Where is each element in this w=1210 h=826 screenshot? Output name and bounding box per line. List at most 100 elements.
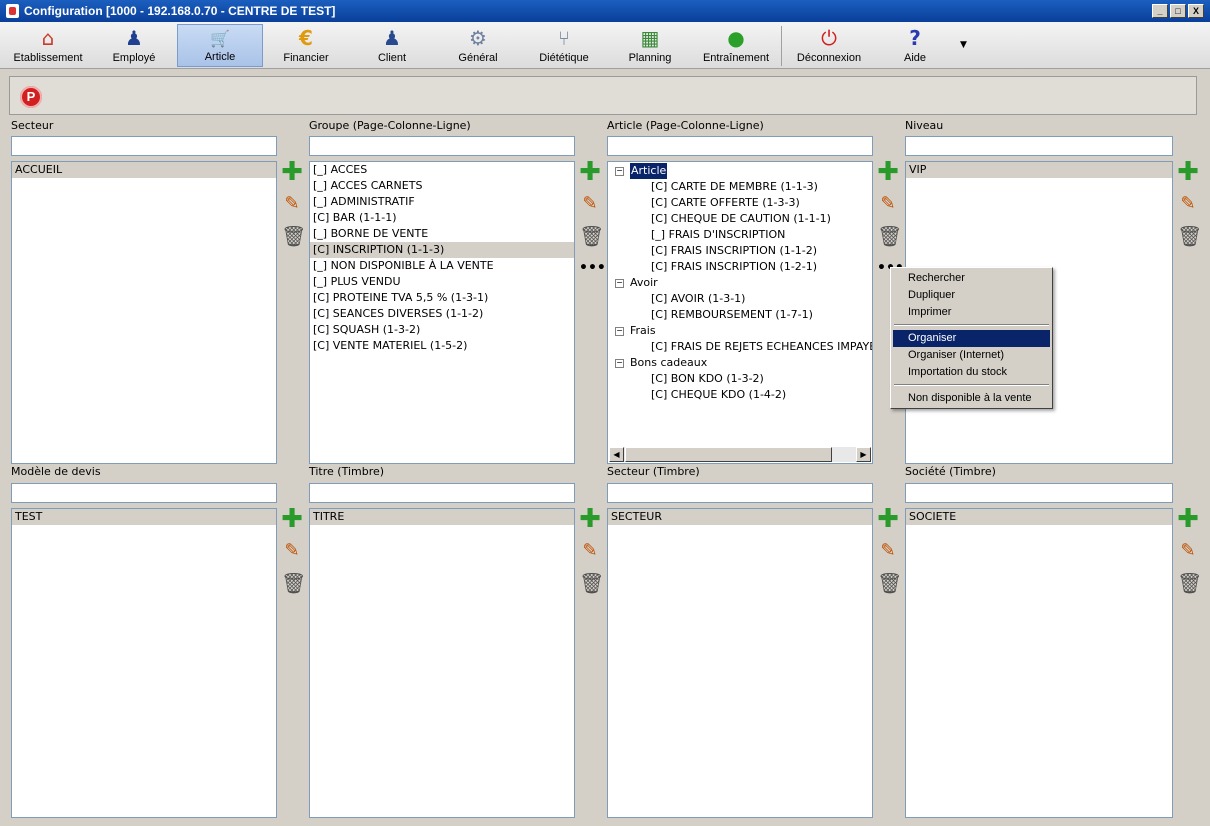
- delete-icon[interactable]: 🗑: [579, 572, 604, 594]
- list-item[interactable]: [_] ACCES CARNETS: [310, 178, 574, 194]
- secteur-timbre-list[interactable]: SECTEUR: [607, 508, 873, 818]
- titre-list[interactable]: TITRE: [309, 508, 575, 818]
- list-item[interactable]: [C] BAR (1-1-1): [310, 210, 574, 226]
- parking-icon[interactable]: P: [20, 86, 42, 108]
- list-item[interactable]: SOCIETE: [906, 509, 1172, 525]
- toolbar-etablissement-button[interactable]: ⌂ Etablissement: [4, 24, 92, 67]
- toolbar-financier-button[interactable]: € Financier: [263, 24, 349, 67]
- delete-icon[interactable]: 🗑: [877, 225, 902, 247]
- add-icon[interactable]: ✚: [1177, 159, 1199, 185]
- list-item[interactable]: TITRE: [310, 509, 574, 525]
- toolbar-aide-button[interactable]: ? Aide: [872, 24, 958, 67]
- list-item[interactable]: TEST: [12, 509, 276, 525]
- minimize-button[interactable]: _: [1152, 4, 1168, 18]
- scroll-left-icon[interactable]: ◀: [609, 447, 624, 462]
- list-item[interactable]: SECTEUR: [608, 509, 872, 525]
- menu-item-non-disponible[interactable]: Non disponible à la vente: [893, 390, 1050, 407]
- menu-item-organiser-internet[interactable]: Organiser (Internet): [893, 347, 1050, 364]
- toolbar-general-button[interactable]: ⚙ Général: [435, 24, 521, 67]
- list-item[interactable]: [_] BORNE DE VENTE: [310, 226, 574, 242]
- edit-icon[interactable]: ✎: [877, 540, 899, 562]
- tree-leaf[interactable]: [C] FRAIS INSCRIPTION (1-1-2): [651, 243, 817, 259]
- tree-collapse-icon[interactable]: −: [615, 167, 624, 176]
- maximize-button[interactable]: □: [1170, 4, 1186, 18]
- secteur-list[interactable]: ACCUEIL: [11, 161, 277, 464]
- delete-icon[interactable]: 🗑: [579, 225, 604, 247]
- tree-leaf[interactable]: [C] FRAIS DE REJETS ECHEANCES IMPAYER (: [651, 339, 872, 355]
- societe-list[interactable]: SOCIETE: [905, 508, 1173, 818]
- add-icon[interactable]: ✚: [1177, 506, 1199, 532]
- list-item[interactable]: [_] ACCES: [310, 162, 574, 178]
- toolbar-client-button[interactable]: ♟ Client: [349, 24, 435, 67]
- tree-leaf[interactable]: [C] CARTE OFFERTE (1-3-3): [651, 195, 800, 211]
- horizontal-scrollbar[interactable]: ◀ ▶: [609, 447, 871, 462]
- toolbar-entrainement-button[interactable]: ● Entraînement: [693, 24, 779, 67]
- list-item[interactable]: VIP: [906, 162, 1172, 178]
- menu-item-imprimer[interactable]: Imprimer: [893, 304, 1050, 321]
- add-icon[interactable]: ✚: [579, 159, 601, 185]
- edit-icon[interactable]: ✎: [281, 193, 303, 215]
- article-tree[interactable]: − Article [C] CARTE DE MEMBRE (1-1-3) [C…: [607, 161, 873, 464]
- add-icon[interactable]: ✚: [281, 159, 303, 185]
- tree-leaf[interactable]: [C] CHEQUE DE CAUTION (1-1-1): [651, 211, 831, 227]
- tree-leaf[interactable]: [_] FRAIS D'INSCRIPTION: [651, 227, 785, 243]
- tree-node-frais[interactable]: Frais: [630, 323, 656, 339]
- list-item[interactable]: ACCUEIL: [12, 162, 276, 178]
- delete-icon[interactable]: 🗑: [281, 572, 306, 594]
- secteur-timbre-filter-input[interactable]: [607, 483, 873, 503]
- delete-icon[interactable]: 🗑: [281, 225, 306, 247]
- close-button[interactable]: X: [1188, 4, 1204, 18]
- list-item[interactable]: [C] VENTE MATERIEL (1-5-2): [310, 338, 574, 354]
- tree-leaf[interactable]: [C] CHEQUE KDO (1-4-2): [651, 387, 786, 403]
- list-item[interactable]: [C] SEANCES DIVERSES (1-1-2): [310, 306, 574, 322]
- edit-icon[interactable]: ✎: [281, 540, 303, 562]
- add-icon[interactable]: ✚: [877, 506, 899, 532]
- delete-icon[interactable]: 🗑: [877, 572, 902, 594]
- add-icon[interactable]: ✚: [877, 159, 899, 185]
- list-item[interactable]: [C] SQUASH (1-3-2): [310, 322, 574, 338]
- edit-icon[interactable]: ✎: [579, 193, 601, 215]
- titre-filter-input[interactable]: [309, 483, 575, 503]
- tree-collapse-icon[interactable]: −: [615, 279, 624, 288]
- tree-leaf[interactable]: [C] AVOIR (1-3-1): [651, 291, 745, 307]
- toolbar-deconnexion-button[interactable]: ⏻ Déconnexion: [786, 24, 872, 67]
- tree-leaf[interactable]: [C] CARTE DE MEMBRE (1-1-3): [651, 179, 818, 195]
- menu-item-dupliquer[interactable]: Dupliquer: [893, 287, 1050, 304]
- tree-collapse-icon[interactable]: −: [615, 327, 624, 336]
- delete-icon[interactable]: 🗑: [1177, 572, 1202, 594]
- menu-item-rechercher[interactable]: Rechercher: [893, 270, 1050, 287]
- tree-leaf[interactable]: [C] REMBOURSEMENT (1-7-1): [651, 307, 813, 323]
- toolbar-planning-button[interactable]: ▦ Planning: [607, 24, 693, 67]
- add-icon[interactable]: ✚: [281, 506, 303, 532]
- article-filter-input[interactable]: [607, 136, 873, 156]
- list-item[interactable]: [C] PROTEINE TVA 5,5 % (1-3-1): [310, 290, 574, 306]
- groupe-list[interactable]: [_] ACCES [_] ACCES CARNETS [_] ADMINIST…: [309, 161, 575, 464]
- menu-item-importation-stock[interactable]: Importation du stock: [893, 364, 1050, 381]
- edit-icon[interactable]: ✎: [1177, 540, 1199, 562]
- list-item[interactable]: [_] ADMINISTRATIF: [310, 194, 574, 210]
- scroll-right-icon[interactable]: ▶: [856, 447, 871, 462]
- list-item[interactable]: [_] NON DISPONIBLE À LA VENTE: [310, 258, 574, 274]
- edit-icon[interactable]: ✎: [877, 193, 899, 215]
- toolbar-employe-button[interactable]: ♟ Employé: [92, 24, 176, 67]
- delete-icon[interactable]: 🗑: [1177, 225, 1202, 247]
- tree-node-bons-cadeaux[interactable]: Bons cadeaux: [630, 355, 707, 371]
- edit-icon[interactable]: ✎: [579, 540, 601, 562]
- menu-item-organiser[interactable]: Organiser: [893, 330, 1050, 347]
- tree-leaf[interactable]: [C] FRAIS INSCRIPTION (1-2-1): [651, 259, 817, 275]
- tree-node-article[interactable]: Article: [630, 163, 668, 179]
- toolbar-overflow-chevron-icon[interactable]: ▼: [960, 40, 967, 50]
- tree-node-avoir[interactable]: Avoir: [630, 275, 658, 291]
- scroll-thumb[interactable]: [625, 447, 832, 462]
- secteur-filter-input[interactable]: [11, 136, 277, 156]
- groupe-filter-input[interactable]: [309, 136, 575, 156]
- toolbar-dietetique-button[interactable]: ⑂ Diététique: [521, 24, 607, 67]
- modele-filter-input[interactable]: [11, 483, 277, 503]
- tree-collapse-icon[interactable]: −: [615, 359, 624, 368]
- edit-icon[interactable]: ✎: [1177, 193, 1199, 215]
- list-item[interactable]: [C] INSCRIPTION (1-1-3): [310, 242, 574, 258]
- more-options-icon[interactable]: •••: [579, 261, 606, 283]
- tree-leaf[interactable]: [C] BON KDO (1-3-2): [651, 371, 764, 387]
- add-icon[interactable]: ✚: [579, 506, 601, 532]
- list-item[interactable]: [_] PLUS VENDU: [310, 274, 574, 290]
